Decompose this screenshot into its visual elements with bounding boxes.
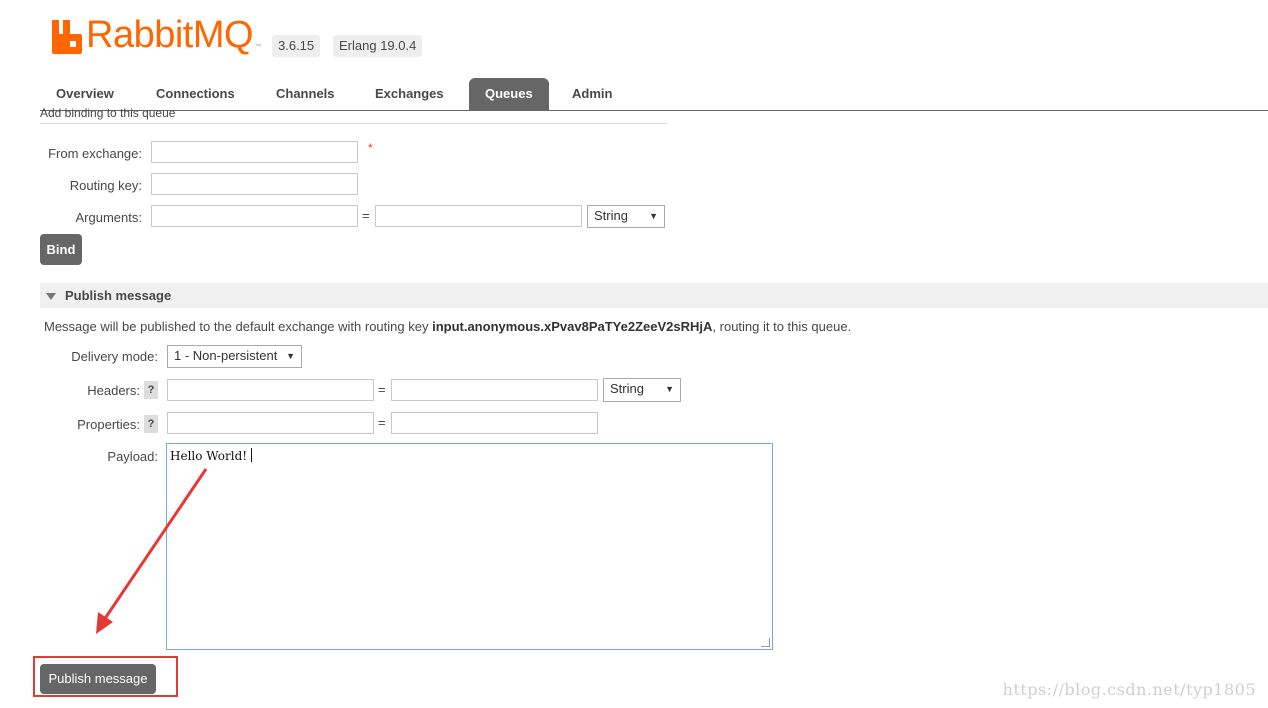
annotation-arrow-line bbox=[102, 468, 208, 621]
annotation-arrow-head bbox=[96, 612, 113, 634]
annotation-highlight-box bbox=[33, 656, 178, 697]
watermark-text: https://blog.csdn.net/typ1805 bbox=[1002, 680, 1256, 699]
annotation-arrow bbox=[96, 468, 208, 634]
